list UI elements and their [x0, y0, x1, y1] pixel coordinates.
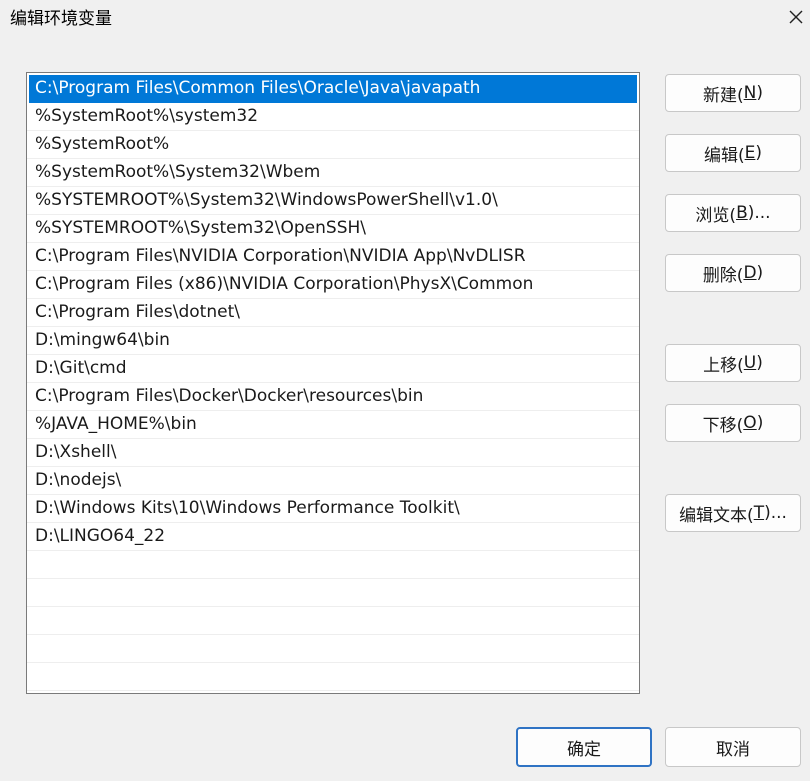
cancel-button[interactable]: 取消 [665, 727, 801, 767]
move-up-button-suffix: ) [756, 353, 763, 373]
move-up-button-label: 上移( [703, 355, 744, 376]
new-button-suffix: ) [756, 83, 763, 103]
empty-list-row[interactable] [27, 663, 639, 691]
edit-button-mnemonic: E [744, 143, 756, 163]
move-down-button-suffix: ) [756, 413, 764, 433]
new-button[interactable]: 新建(N) [665, 74, 801, 112]
path-list-item[interactable]: C:\Program Files\Common Files\Oracle\Jav… [29, 75, 637, 103]
browse-button-suffix: )... [747, 203, 771, 223]
move-up-button[interactable]: 上移(U) [665, 344, 801, 382]
empty-list-row[interactable] [27, 551, 639, 579]
new-button-mnemonic: N [743, 83, 757, 103]
empty-list-row[interactable] [27, 579, 639, 607]
close-icon [789, 10, 803, 24]
edit-button[interactable]: 编辑(E) [665, 134, 801, 172]
new-button-label: 新建( [703, 85, 744, 106]
empty-list-row[interactable] [27, 607, 639, 635]
path-list-item[interactable]: %SystemRoot% [27, 131, 639, 159]
path-list-item[interactable]: D:\Git\cmd [27, 355, 639, 383]
move-down-button-mnemonic: O [743, 413, 757, 433]
path-list-item[interactable]: D:\Windows Kits\10\Windows Performance T… [27, 495, 639, 523]
edit-text-button-label: 编辑文本( [679, 505, 754, 526]
path-list-item[interactable]: %JAVA_HOME%\bin [27, 411, 639, 439]
edit-text-button-suffix: )... [764, 503, 787, 523]
path-list-item[interactable]: D:\mingw64\bin [27, 327, 639, 355]
browse-button-mnemonic: B [736, 203, 748, 223]
edit-button-label: 编辑( [703, 145, 745, 166]
path-list-item[interactable]: %SYSTEMROOT%\System32\WindowsPowerShell\… [27, 187, 639, 215]
move-down-button-label: 下移( [702, 415, 744, 436]
window-title: 编辑环境变量 [10, 9, 112, 29]
path-list-item[interactable]: C:\Program Files\Docker\Docker\resources… [27, 383, 639, 411]
close-button[interactable] [782, 2, 810, 32]
delete-button-label: 删除( [702, 265, 744, 286]
move-up-button-mnemonic: U [743, 353, 757, 373]
edit-button-suffix: ) [755, 143, 763, 163]
path-list-item[interactable]: D:\LINGO64_22 [27, 523, 639, 551]
path-list-item[interactable]: %SYSTEMROOT%\System32\OpenSSH\ [27, 215, 639, 243]
browse-button-label: 浏览( [695, 205, 737, 226]
path-list-item[interactable]: D:\nodejs\ [27, 467, 639, 495]
move-down-button[interactable]: 下移(O) [665, 404, 801, 442]
edit-text-button-mnemonic: T [753, 503, 765, 523]
path-list-item[interactable]: D:\Xshell\ [27, 439, 639, 467]
path-list[interactable]: C:\Program Files\Common Files\Oracle\Jav… [26, 72, 640, 694]
path-list-item[interactable]: C:\Program Files\dotnet\ [27, 299, 639, 327]
edit-text-button[interactable]: 编辑文本(T)... [665, 494, 801, 532]
empty-list-row[interactable] [27, 635, 639, 663]
path-list-item[interactable]: C:\Program Files\NVIDIA Corporation\NVID… [27, 243, 639, 271]
path-list-item[interactable]: %SystemRoot%\System32\Wbem [27, 159, 639, 187]
path-list-item[interactable]: C:\Program Files (x86)\NVIDIA Corporatio… [27, 271, 639, 299]
browse-button[interactable]: 浏览(B)... [665, 194, 801, 232]
delete-button[interactable]: 删除(D) [665, 254, 801, 292]
delete-button-suffix: ) [756, 263, 764, 283]
ok-button[interactable]: 确定 [516, 727, 652, 767]
path-list-item[interactable]: %SystemRoot%\system32 [27, 103, 639, 131]
delete-button-mnemonic: D [743, 263, 757, 283]
